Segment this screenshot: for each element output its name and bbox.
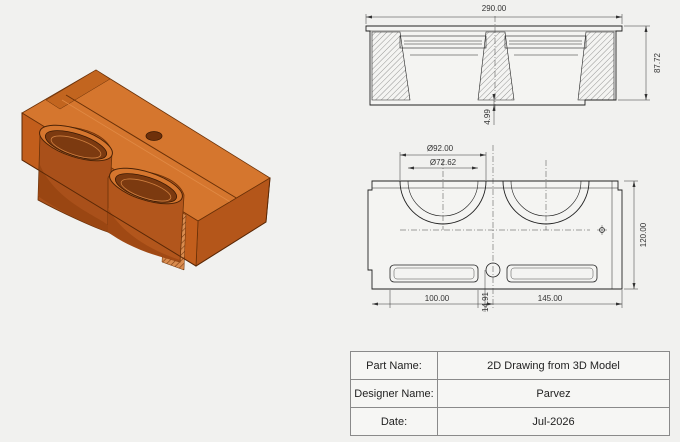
dim-bore-outer: Ø92.00 [427, 144, 454, 153]
title-block-row-designer: Designer Name: Parvez [350, 379, 670, 408]
dim-overall-height: 87.72 [653, 52, 662, 73]
dim-right-offset: 145.00 [538, 294, 563, 303]
date-value: Jul-2026 [437, 407, 670, 436]
dim-base-thickness: 4.99 [483, 109, 492, 125]
dim-bore-inner: Ø72.62 [430, 158, 457, 167]
section-view: 290.00 87.72 4.99 [365, 4, 662, 125]
part-name-label: Part Name: [350, 351, 438, 380]
title-block-row-date: Date: Jul-2026 [350, 407, 670, 436]
title-block-row-part-name: Part Name: 2D Drawing from 3D Model [350, 351, 670, 380]
part-name-value: 2D Drawing from 3D Model [437, 351, 670, 380]
date-label: Date: [350, 407, 438, 436]
iso-top-hole [145, 131, 163, 141]
dim-left-offset: 100.00 [425, 294, 450, 303]
designer-name-label: Designer Name: [350, 379, 438, 408]
designer-name-value: Parvez [437, 379, 670, 408]
top-view: Ø92.00 Ø72.62 120.00 100.00 145.00 14.91 [367, 144, 648, 312]
title-block: Part Name: 2D Drawing from 3D Model Desi… [350, 351, 670, 436]
dim-hole-offset: 14.91 [481, 291, 490, 312]
isometric-view [21, 69, 271, 271]
dim-overall-width: 290.00 [482, 4, 507, 13]
dim-depth: 120.00 [639, 222, 648, 247]
